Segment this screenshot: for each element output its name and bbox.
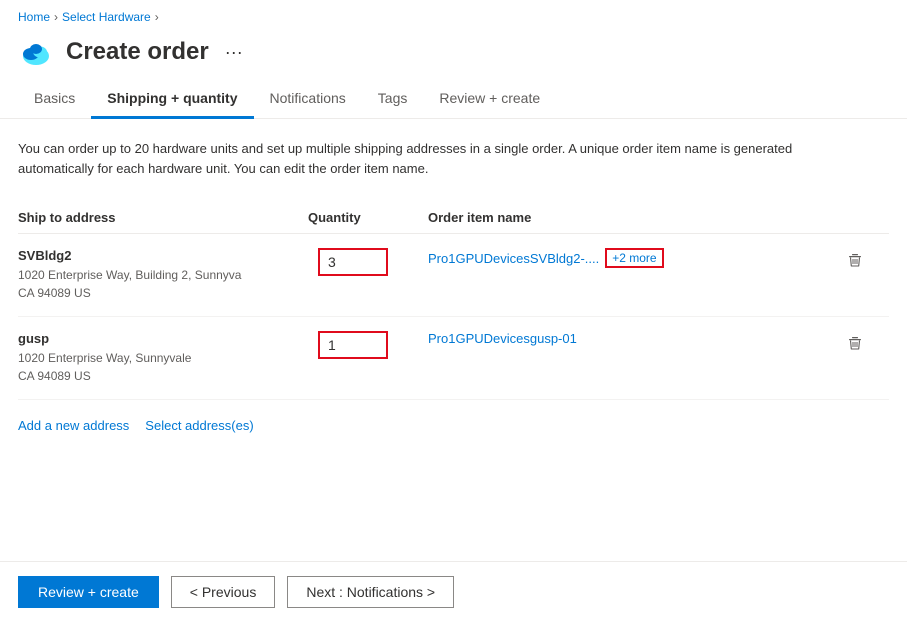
breadcrumb-home[interactable]: Home	[18, 10, 50, 24]
address-name: gusp	[18, 331, 298, 346]
order-item-link-0[interactable]: Pro1GPUDevicesSVBldg2-....	[428, 251, 599, 266]
tabs: Basics Shipping + quantity Notifications…	[0, 80, 907, 119]
cloud-icon	[18, 34, 54, 70]
page-title: Create order	[66, 38, 209, 66]
quantity-input-1[interactable]	[318, 331, 388, 359]
tab-shipping[interactable]: Shipping + quantity	[91, 80, 253, 119]
action-cell-1	[839, 317, 889, 400]
main-content: You can order up to 20 hardware units an…	[0, 119, 907, 561]
quantity-cell-0	[298, 234, 428, 317]
delete-button-0[interactable]	[839, 248, 871, 272]
col-header-quantity: Quantity	[298, 202, 428, 234]
tab-tags[interactable]: Tags	[362, 80, 424, 119]
address-line1: 1020 Enterprise Way, Building 2, Sunnyva	[18, 266, 298, 284]
address-line1: 1020 Enterprise Way, Sunnyvale	[18, 349, 298, 367]
address-cell-0: SVBldg2 1020 Enterprise Way, Building 2,…	[18, 234, 298, 317]
table-row: gusp 1020 Enterprise Way, Sunnyvale CA 9…	[18, 317, 889, 400]
breadcrumb-sep2: ›	[155, 10, 159, 24]
page-header: Create order ···	[0, 30, 907, 80]
order-item-link-1[interactable]: Pro1GPUDevicesgusp-01	[428, 331, 577, 346]
address-line2: CA 94089 US	[18, 284, 298, 302]
more-options-button[interactable]: ···	[221, 42, 247, 63]
breadcrumb-sep1: ›	[54, 10, 58, 24]
tab-basics[interactable]: Basics	[18, 80, 91, 119]
select-addresses-link[interactable]: Select address(es)	[145, 418, 253, 433]
address-line2: CA 94089 US	[18, 367, 298, 385]
delete-button-1[interactable]	[839, 331, 871, 355]
col-header-action	[839, 202, 889, 234]
description-text: You can order up to 20 hardware units an…	[18, 139, 838, 178]
breadcrumb: Home › Select Hardware ›	[0, 0, 907, 30]
address-cell-1: gusp 1020 Enterprise Way, Sunnyvale CA 9…	[18, 317, 298, 400]
order-item-cell-1: Pro1GPUDevicesgusp-01	[428, 317, 839, 400]
tab-review-create[interactable]: Review + create	[423, 80, 556, 119]
quantity-input-0[interactable]	[318, 248, 388, 276]
tab-notifications[interactable]: Notifications	[254, 80, 362, 119]
add-links: Add a new address Select address(es)	[18, 418, 889, 453]
col-header-address: Ship to address	[18, 202, 298, 234]
quantity-cell-1	[298, 317, 428, 400]
next-notifications-button[interactable]: Next : Notifications >	[287, 576, 454, 608]
review-create-button[interactable]: Review + create	[18, 576, 159, 608]
table-row: SVBldg2 1020 Enterprise Way, Building 2,…	[18, 234, 889, 317]
address-name: SVBldg2	[18, 248, 298, 263]
col-header-orderitem: Order item name	[428, 202, 839, 234]
breadcrumb-select-hardware[interactable]: Select Hardware	[62, 10, 151, 24]
previous-button[interactable]: < Previous	[171, 576, 276, 608]
more-badge-0[interactable]: +2 more	[605, 248, 663, 268]
order-item-cell-0: Pro1GPUDevicesSVBldg2-.... +2 more	[428, 234, 839, 317]
footer: Review + create < Previous Next : Notifi…	[0, 561, 907, 622]
add-new-address-link[interactable]: Add a new address	[18, 418, 129, 433]
action-cell-0	[839, 234, 889, 317]
address-table: Ship to address Quantity Order item name…	[18, 202, 889, 400]
